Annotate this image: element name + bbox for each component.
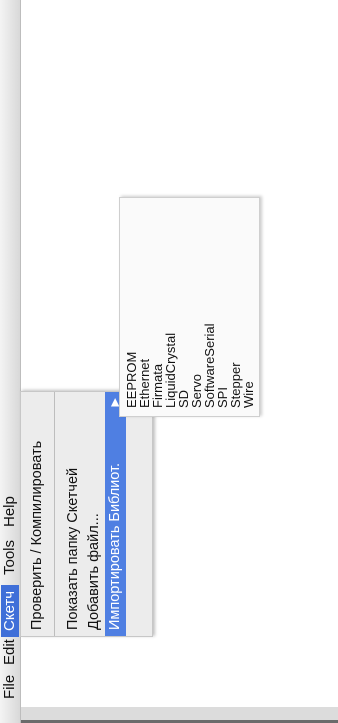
menu-bar: File Edit Скетч Tools Help [0, 0, 21, 723]
menu-item-show-sketch-folder[interactable]: Показать папку Скетчей [63, 392, 84, 636]
rotated-app-window: File Edit Скетч Tools Help Проверить / К… [0, 0, 338, 723]
menu-sketch[interactable]: Скетч [1, 584, 19, 637]
editor-gutter [20, 707, 338, 720]
menu-file[interactable]: File [1, 669, 19, 705]
menu-item-add-file[interactable]: Добавить файл... [84, 392, 105, 636]
menu-edit[interactable]: Edit [1, 633, 19, 671]
menu-item-verify-compile[interactable]: Проверить / Компилировать [27, 392, 48, 636]
menu-tools[interactable]: Tools [1, 534, 19, 581]
menu-separator [54, 392, 55, 636]
sketch-dropdown-menu: Проверить / Компилировать Показать папку… [20, 391, 153, 637]
library-item-wire[interactable]: Wire [241, 381, 256, 408]
menu-item-import-library[interactable]: Импортировать Библиот. ▶ [105, 392, 126, 636]
library-submenu: EEPROM Ethernet Firmata LiquidCrystal SD… [119, 197, 260, 417]
import-library-label: Импортировать Библиот. [107, 462, 123, 630]
menu-help[interactable]: Help [1, 490, 19, 533]
